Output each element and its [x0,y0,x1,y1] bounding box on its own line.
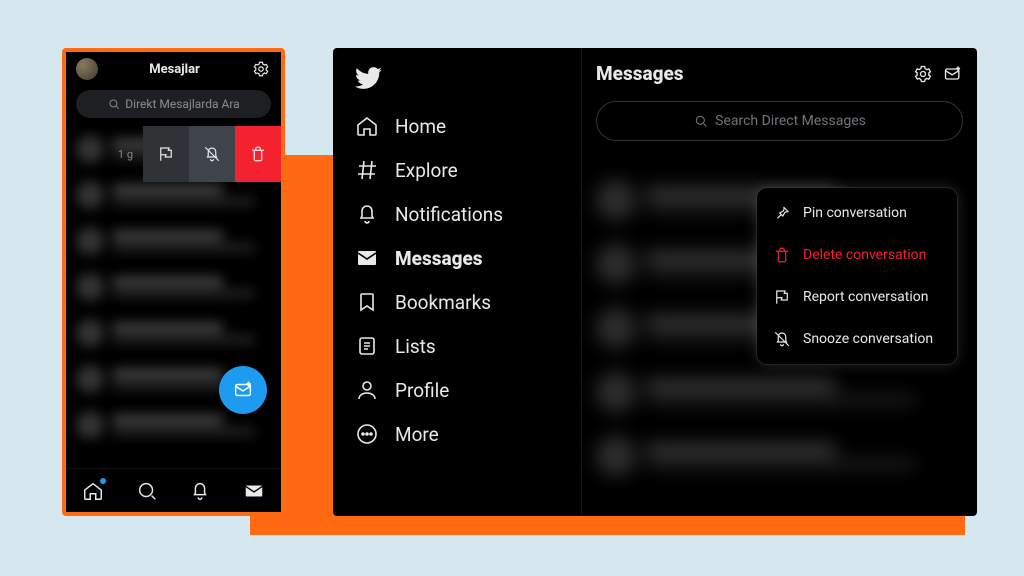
bell-icon [355,202,379,226]
search-input[interactable]: Search Direct Messages [596,101,963,141]
bookmark-icon [355,290,379,314]
flag-icon [773,288,791,306]
nav-notifications[interactable]: Notifications [347,192,575,236]
menu-label: Delete conversation [803,247,926,263]
panel-header: Messages [582,48,977,99]
settings-icon[interactable] [913,64,933,84]
primary-nav: Home Explore Notifications Messages Book… [347,104,575,456]
search-icon [107,97,121,111]
tab-bar [66,468,281,512]
nav-label: Explore [395,159,458,182]
nav-explore[interactable]: Explore [347,148,575,192]
more-icon [355,422,379,446]
search-placeholder: Search Direct Messages [715,113,866,129]
menu-label: Report conversation [803,289,928,305]
mail-icon [243,480,265,502]
page-title: Mesajlar [149,62,200,77]
conversations-list: 1 g [66,126,281,468]
sidebar: Home Explore Notifications Messages Book… [333,48,581,516]
twitter-logo[interactable] [355,64,575,96]
panel-title: Messages [596,62,684,85]
nav-more[interactable]: More [347,412,575,456]
delete-action[interactable] [235,126,281,182]
pin-icon [773,204,791,222]
compose-icon [232,379,254,401]
nav-label: Bookmarks [395,291,491,314]
search-icon [136,480,158,502]
nav-label: More [395,423,439,446]
nav-bookmarks[interactable]: Bookmarks [347,280,575,324]
nav-lists[interactable]: Lists [347,324,575,368]
snooze-action[interactable] [189,126,235,182]
menu-label: Snooze conversation [803,331,933,347]
nav-label: Home [395,115,446,138]
report-action[interactable] [143,126,189,182]
desktop-screenshot: Home Explore Notifications Messages Book… [333,48,977,516]
compose-icon[interactable] [943,64,963,84]
nav-profile[interactable]: Profile [347,368,575,412]
flag-icon [157,145,175,163]
notifications-tab[interactable] [189,480,211,502]
settings-icon[interactable] [251,59,271,79]
messages-panel: Messages Search Direct Messages Pin conv… [581,48,977,516]
bell-icon [189,480,211,502]
conversation-context-menu: Pin conversation Delete conversation Rep… [757,188,957,364]
search-input[interactable]: Direkt Mesajlarda Ara [76,90,271,118]
search-placeholder: Direkt Mesajlarda Ara [125,97,239,111]
trash-icon [773,246,791,264]
list-item [596,424,963,488]
delete-conversation-item[interactable]: Delete conversation [757,234,957,276]
nav-label: Notifications [395,203,503,226]
nav-label: Profile [395,379,449,402]
list-item [76,264,271,310]
menu-label: Pin conversation [803,205,907,221]
messages-tab[interactable] [243,480,265,502]
home-icon [355,114,379,138]
mobile-header: Mesajlar [66,52,281,84]
user-icon [355,378,379,402]
avatar[interactable] [76,58,98,80]
nav-home[interactable]: Home [347,104,575,148]
search-icon [693,113,709,129]
bell-off-icon [203,145,221,163]
hash-icon [355,158,379,182]
list-icon [355,334,379,358]
mail-icon [355,246,379,270]
notification-dot [100,478,106,484]
nav-label: Messages [395,247,483,270]
list-item [596,360,963,424]
list-item [76,310,271,356]
home-tab[interactable] [82,480,104,502]
report-conversation-item[interactable]: Report conversation [757,276,957,318]
trash-icon [249,145,267,163]
nav-label: Lists [395,335,436,358]
list-item [76,218,271,264]
snooze-conversation-item[interactable]: Snooze conversation [757,318,957,360]
bell-off-icon [773,330,791,348]
search-tab[interactable] [136,480,158,502]
pin-conversation-item[interactable]: Pin conversation [757,192,957,234]
swipe-actions: 1 g [108,126,281,182]
timestamp: 1 g [108,126,143,182]
compose-button[interactable] [219,366,267,414]
mobile-screenshot: Mesajlar Direkt Mesajlarda Ara 1 g [62,48,285,516]
nav-messages[interactable]: Messages [347,236,575,280]
